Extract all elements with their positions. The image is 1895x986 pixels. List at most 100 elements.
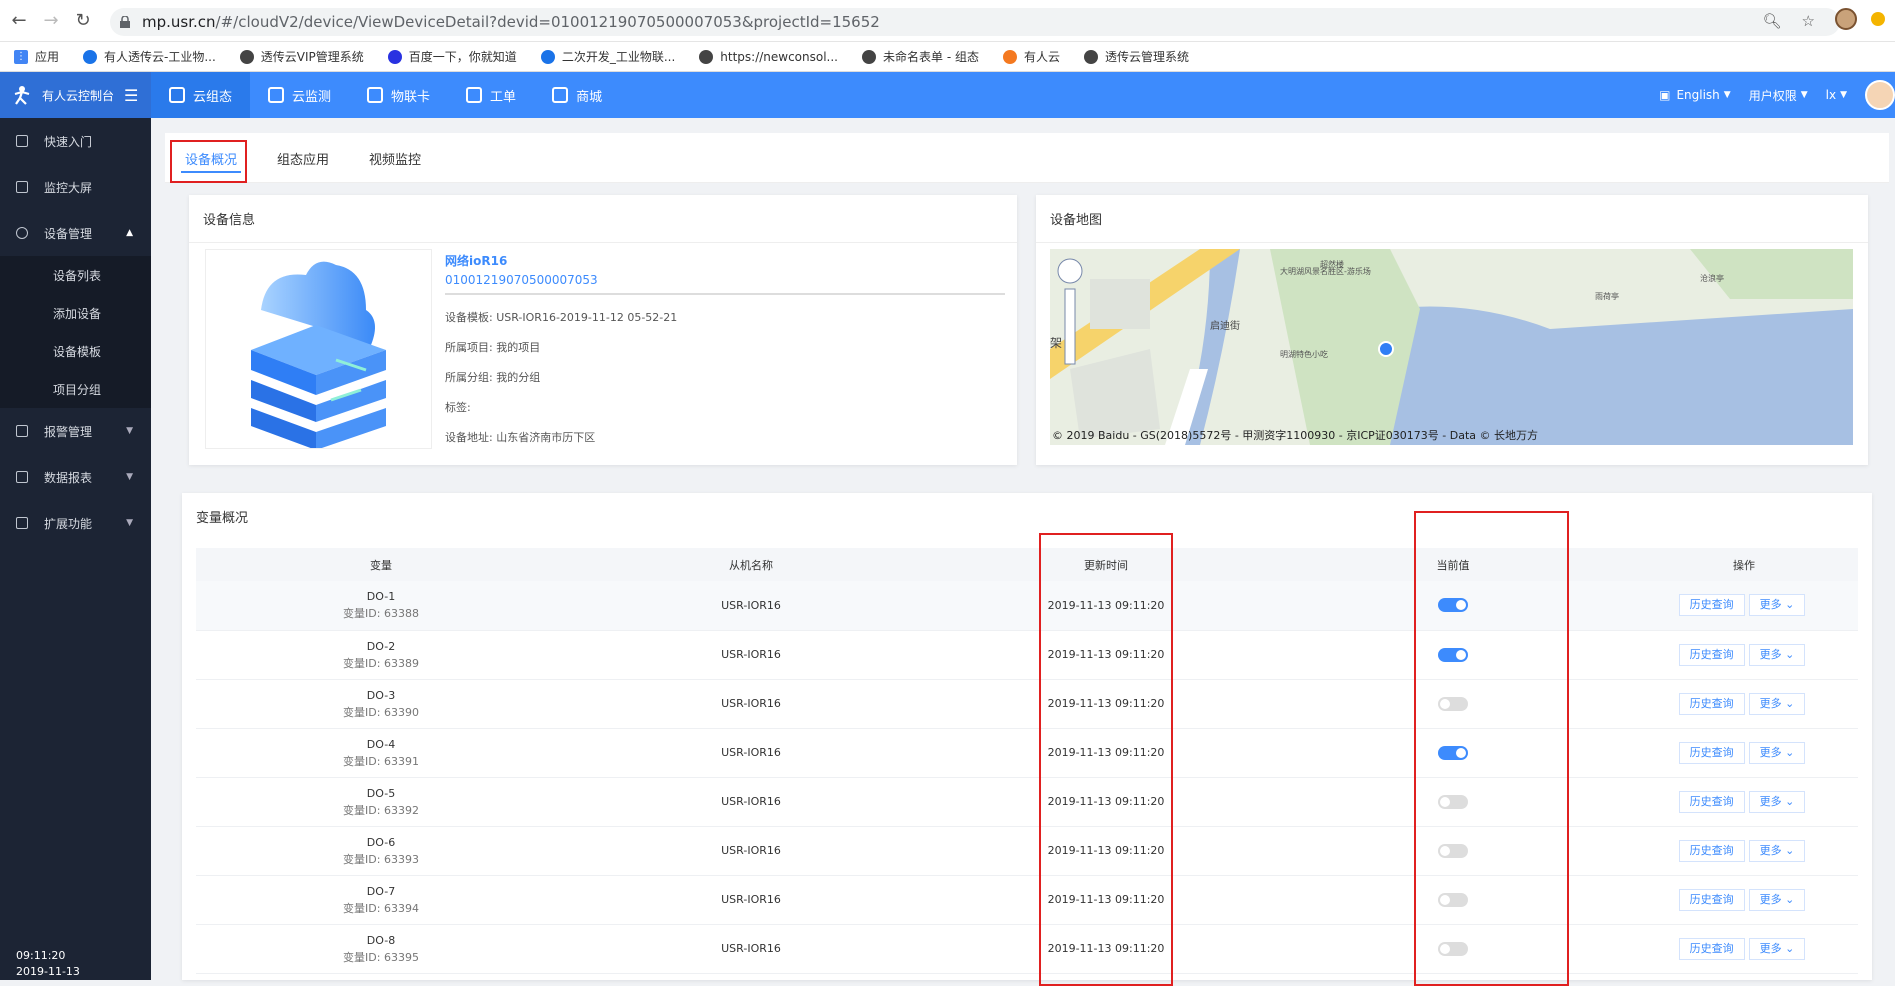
card-title: 设备地图 (1036, 195, 1868, 243)
bookmark-item[interactable]: ⋮ 应用 (14, 48, 59, 65)
bookmark-icon (1083, 49, 1098, 64)
variable-id: 变量ID: 63390 (343, 705, 419, 719)
device-id: 01001219070500007053 (445, 273, 1005, 295)
avatar[interactable] (1865, 80, 1895, 110)
top-nav-item[interactable]: 云监测 (250, 72, 349, 118)
extension-icon[interactable] (1871, 12, 1885, 26)
brand[interactable]: 有人云控制台 ☰ (0, 72, 151, 118)
top-nav-item[interactable]: 云组态 (151, 72, 251, 118)
card-title: 变量概况 (196, 511, 249, 526)
history-button[interactable]: 历史查询 (1678, 594, 1745, 617)
top-nav-item[interactable]: 物联卡 (349, 72, 448, 118)
sidebar-item-monitor[interactable]: 监控大屏 (0, 164, 151, 210)
more-button[interactable]: 更多 ⌄ (1748, 643, 1806, 666)
bookmark-item[interactable]: https://newconsol... (699, 49, 838, 64)
more-label: 更多 (1759, 598, 1782, 612)
map-canvas: 大明湖风景名胜区-游乐场 超然楼 明湖特色小吃 沧浪亭 雨荷亭 启迪街 架 (1050, 249, 1853, 445)
variable-cell: DO-5 变量ID: 63392 (196, 777, 566, 827)
alarm-icon (16, 425, 28, 437)
variable-name: DO-2 (366, 639, 396, 653)
sidebar-item-quickstart[interactable]: 快速入门 (0, 118, 151, 164)
table-row: DO-4 变量ID: 63391 USR-IOR16 2019-11-13 09:11… (196, 728, 1858, 778)
history-button[interactable]: 历史查询 (1678, 790, 1745, 813)
variables-card: 变量概况 变量 从机名称 更新时间 当前值 操作 DO-1 变量ID: 63388… (182, 493, 1872, 980)
bookmark-label: 有人云 (1023, 50, 1060, 64)
bookmark-item[interactable]: 百度一下，你就知道 (387, 48, 517, 65)
actions-cell: 历史查询 更多 ⌄ (1630, 728, 1858, 778)
permission-menu[interactable]: 用户权限 ▼ (1749, 87, 1808, 104)
profile-avatar[interactable] (1835, 8, 1857, 30)
sidebar-item-alarm[interactable]: 报警管理 ▼ (0, 408, 151, 454)
top-nav-item[interactable]: 工单 (448, 72, 534, 118)
variable-name: DO-7 (366, 884, 396, 898)
top-nav-item[interactable]: 商城 (534, 72, 620, 118)
more-label: 更多 (1759, 892, 1782, 906)
bookmark-item[interactable]: 透传云VIP管理系统 (239, 48, 364, 65)
card-title: 设备信息 (189, 195, 1017, 243)
variable-id: 变量ID: 63392 (343, 803, 419, 817)
variable-id: 变量ID: 63389 (343, 656, 419, 670)
clock-time: 09:11:20 (16, 949, 66, 962)
history-button[interactable]: 历史查询 (1678, 937, 1745, 960)
sidebar-subitem-device-template[interactable]: 设备模板 (0, 332, 151, 370)
map-label: 雨荷亭 (1595, 291, 1619, 301)
chevron-down-icon: ⌄ (1785, 941, 1795, 955)
bookmark-item[interactable]: 有人透传云-工业物... (83, 48, 216, 65)
user-menu[interactable]: lx ▼ (1826, 88, 1847, 102)
more-button[interactable]: 更多 ⌄ (1748, 839, 1806, 862)
star-icon[interactable]: ☆ (1802, 12, 1815, 30)
sidebar-subitem-device-list[interactable]: 设备列表 (0, 256, 151, 294)
zoom-icon[interactable]: 🔍︎ (1763, 12, 1782, 30)
sidebar-subitem-project-group[interactable]: 项目分组 (0, 370, 151, 408)
more-button[interactable]: 更多 ⌄ (1748, 790, 1806, 813)
bookmark-item[interactable]: 有人云 (1002, 48, 1060, 65)
actions-cell: 历史查询 更多 ⌄ (1630, 679, 1858, 729)
variable-name: DO-6 (366, 835, 396, 849)
history-button[interactable]: 历史查询 (1678, 741, 1745, 764)
forward-icon[interactable]: → (38, 8, 64, 34)
report-icon (16, 471, 28, 483)
main-content: 设备概况 组态应用 视频监控 设备信息 网络ioR16 010012190705… (151, 118, 1895, 986)
slave-name: USR-IOR16 (566, 630, 936, 680)
history-button[interactable]: 历史查询 (1678, 839, 1745, 862)
nav-icon (268, 87, 285, 103)
more-button[interactable]: 更多 ⌄ (1748, 594, 1806, 617)
language-select[interactable]: ▣ English ▼ (1659, 88, 1731, 102)
history-button[interactable]: 历史查询 (1678, 643, 1745, 666)
more-label: 更多 (1759, 647, 1782, 661)
more-button[interactable]: 更多 ⌄ (1748, 888, 1806, 911)
slave-name: USR-IOR16 (566, 777, 936, 827)
app-header: 有人云控制台 ☰ 云组态 云监测 物联卡 工单 商城 ▣ English ▼ 用户权限 ▼ … (0, 72, 1895, 118)
bookmark-item[interactable]: 透传云管理系统 (1083, 48, 1189, 65)
menu-icon[interactable]: ☰ (124, 86, 138, 105)
sidebar-item-extensions[interactable]: 扩展功能 ▼ (0, 500, 151, 546)
table-row: DO-7 变量ID: 63394 USR-IOR16 2019-11-13 09:11… (196, 875, 1858, 925)
address-bar[interactable]: mp.usr.cn/#/cloudV2/device/ViewDeviceDet… (110, 8, 1840, 36)
map[interactable]: 大明湖风景名胜区-游乐场 超然楼 明湖特色小吃 沧浪亭 雨荷亭 启迪街 架 © … (1050, 249, 1853, 445)
table-row: DO-3 变量ID: 63390 USR-IOR16 2019-11-13 09:11… (196, 679, 1858, 729)
tab-scada[interactable]: 组态应用 (277, 133, 329, 183)
reload-icon[interactable]: ↻ (70, 8, 96, 34)
device-map-card: 设备地图 大明湖风景名胜区-游乐场 超然楼 明湖特色小吃 沧浪亭 雨荷亭 启迪街… (1036, 195, 1868, 465)
variable-id: 变量ID: 63395 (343, 950, 419, 964)
brand-name: 有人云控制台 (42, 88, 115, 103)
history-button[interactable]: 历史查询 (1678, 692, 1745, 715)
sidebar-item-reports[interactable]: 数据报表 ▼ (0, 454, 151, 500)
back-icon[interactable]: ← (6, 8, 32, 34)
url-path: /#/cloudV2/device/ViewDeviceDetail?devid… (215, 13, 880, 31)
bookmark-item[interactable]: 二次开发_工业物联... (540, 48, 675, 65)
device-tags: 标签: (445, 401, 471, 414)
slave-name: USR-IOR16 (566, 924, 936, 974)
more-button[interactable]: 更多 ⌄ (1748, 937, 1806, 960)
browser-toolbar: ← → ↻ mp.usr.cn/#/cloudV2/device/ViewDev… (0, 0, 1895, 42)
device-name[interactable]: 网络ioR16 (445, 252, 1005, 269)
sidebar-subitem-add-device[interactable]: 添加设备 (0, 294, 151, 332)
more-button[interactable]: 更多 ⌄ (1748, 741, 1806, 764)
sidebar-item-device-management[interactable]: 设备管理 ▲ (0, 210, 151, 256)
chevron-down-icon: ⌄ (1785, 598, 1795, 612)
more-label: 更多 (1759, 745, 1782, 759)
tab-video[interactable]: 视频监控 (369, 133, 421, 183)
history-button[interactable]: 历史查询 (1678, 888, 1745, 911)
more-button[interactable]: 更多 ⌄ (1748, 692, 1806, 715)
bookmark-item[interactable]: 未命名表单 - 组态 (862, 48, 979, 65)
